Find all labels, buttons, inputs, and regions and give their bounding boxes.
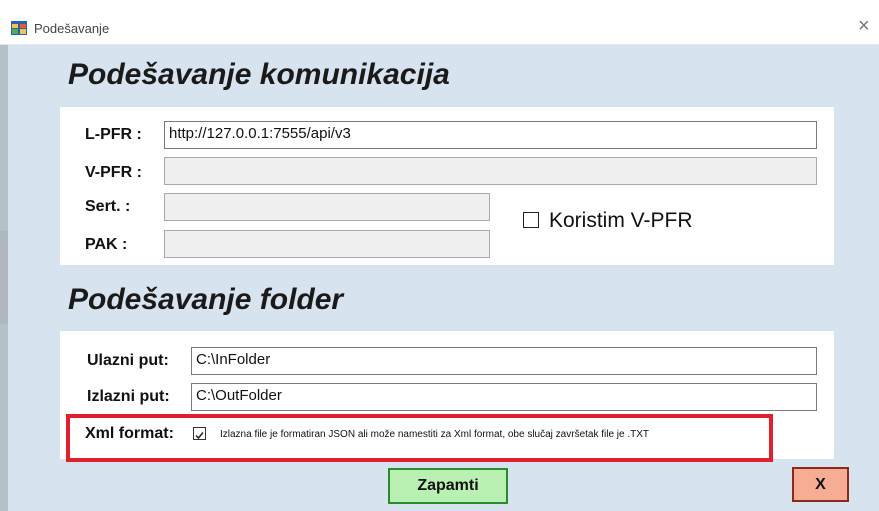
highlight-frame xyxy=(66,414,773,462)
communication-panel: L-PFR : http://127.0.0.1:7555/api/v3 V-P… xyxy=(60,107,834,265)
folder-heading: Podešavanje folder xyxy=(68,283,344,316)
app-window-icon xyxy=(11,21,27,35)
close-icon[interactable]: × xyxy=(858,16,878,36)
title-bar: Podešavanje × xyxy=(0,0,879,45)
pak-label: PAK : xyxy=(85,236,128,253)
output-path-label: Izlazni put: xyxy=(87,388,170,405)
lpfr-input[interactable]: http://127.0.0.1:7555/api/v3 xyxy=(164,121,817,149)
sert-input[interactable] xyxy=(164,193,490,221)
settings-window: Podešavanje × Podešavanje komunikacija L… xyxy=(0,0,879,511)
output-path-field[interactable]: C:\OutFolder xyxy=(191,383,817,411)
input-path-label: Ulazni put: xyxy=(87,352,169,369)
vpfr-input[interactable] xyxy=(164,157,817,185)
close-button[interactable]: X xyxy=(792,467,849,502)
vpfr-label: V-PFR : xyxy=(85,164,142,181)
lpfr-label: L-PFR : xyxy=(85,126,142,143)
input-path-field[interactable]: C:\InFolder xyxy=(191,347,817,375)
save-button[interactable]: Zapamti xyxy=(388,468,508,504)
window-edge-shadow xyxy=(0,44,8,511)
sert-label: Sert. : xyxy=(85,198,131,215)
checkbox-empty-icon[interactable] xyxy=(523,211,539,228)
use-vpfr-label: Koristim V-PFR xyxy=(549,209,693,232)
window-title: Podešavanje xyxy=(34,21,110,36)
use-vpfr-checkbox[interactable]: Koristim V-PFR xyxy=(523,209,693,233)
pak-input[interactable] xyxy=(164,230,490,258)
communication-heading: Podešavanje komunikacija xyxy=(68,58,450,91)
